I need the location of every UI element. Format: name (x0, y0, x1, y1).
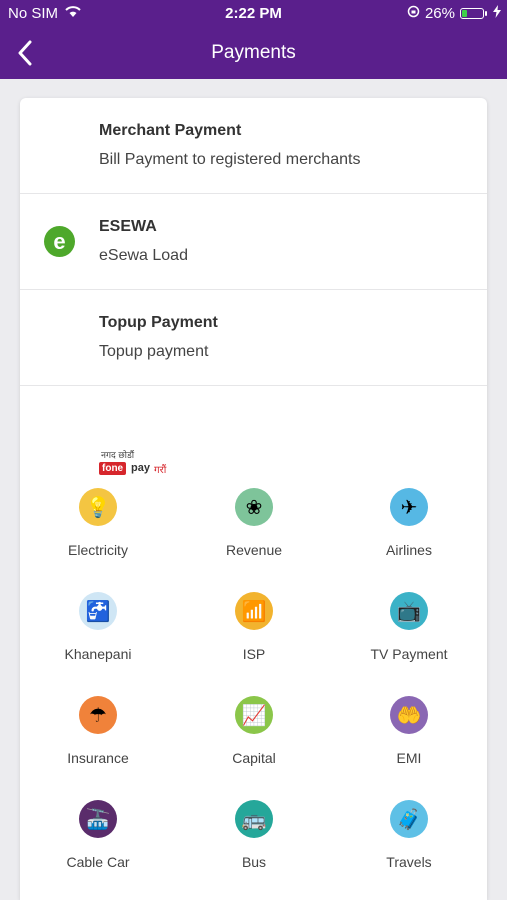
emblem-icon: ❀ (235, 488, 273, 526)
bus-icon: 🚌 (235, 800, 273, 838)
umbrella-icon: ☂ (79, 696, 117, 734)
fonepay-logo: नगद छोडौं fone pay गरौं (99, 446, 179, 480)
service-bus[interactable]: 🚌 Bus (179, 800, 329, 870)
service-label: TV Payment (370, 646, 448, 662)
page-title: Payments (211, 42, 296, 63)
service-isp[interactable]: 📶 ISP (179, 592, 329, 662)
service-travels[interactable]: 🧳 Travels (334, 800, 484, 870)
service-label: Airlines (386, 542, 432, 558)
divider (20, 385, 487, 386)
esewa-logo-icon: e (44, 226, 75, 257)
service-label: ISP (242, 646, 266, 662)
topup-payment-row[interactable]: Topup Payment Topup payment (20, 290, 487, 386)
service-airlines[interactable]: ✈ Airlines (334, 488, 484, 558)
fonepay-tagline: नगद छोडौं (101, 450, 135, 460)
service-electricity[interactable]: 💡 Electricity (23, 488, 173, 558)
esewa-row[interactable]: e ESEWA eSewa Load (20, 194, 487, 290)
payments-card: Merchant Payment Bill Payment to registe… (20, 98, 487, 900)
battery-fill (462, 10, 467, 17)
row-title: Topup Payment (99, 314, 218, 331)
row-subtitle: Topup payment (99, 343, 209, 360)
navigation-bar: Payments (0, 28, 507, 79)
orientation-lock-icon (407, 5, 420, 22)
service-insurance[interactable]: ☂ Insurance (23, 696, 173, 766)
service-label: Insurance (67, 750, 129, 766)
hand-coin-icon: 🤲 (390, 696, 428, 734)
service-label: EMI (396, 750, 422, 766)
merchant-payment-row[interactable]: Merchant Payment Bill Payment to registe… (20, 98, 487, 194)
fonepay-pay: pay (131, 462, 150, 474)
tv-icon: 📺 (390, 592, 428, 630)
router-icon: 📶 (235, 592, 273, 630)
service-cable-car[interactable]: 🚠 Cable Car (23, 800, 173, 870)
row-subtitle: Bill Payment to registered merchants (99, 151, 361, 168)
fonepay-brand: fone (99, 462, 127, 475)
service-khanepani[interactable]: 🚰 Khanepani (23, 592, 173, 662)
cable-car-icon: 🚠 (79, 800, 117, 838)
service-label: Khanepani (64, 646, 132, 662)
service-label: Cable Car (66, 854, 130, 870)
service-capital[interactable]: 📈 Capital (179, 696, 329, 766)
service-emi[interactable]: 🤲 EMI (334, 696, 484, 766)
chart-icon: 📈 (235, 696, 273, 734)
battery-percent: 26% (424, 5, 455, 22)
service-label: Revenue (225, 542, 283, 558)
battery-icon (460, 8, 487, 19)
tap-icon: 🚰 (79, 592, 117, 630)
suitcase-icon: 🧳 (390, 800, 428, 838)
fonepay-garo: गरौं (154, 465, 167, 476)
row-title: Merchant Payment (99, 122, 242, 139)
airplane-icon: ✈ (390, 488, 428, 526)
charging-bolt-icon (493, 5, 501, 22)
service-tv-payment[interactable]: 📺 TV Payment (334, 592, 484, 662)
service-label: Capital (232, 750, 276, 766)
row-subtitle: eSewa Load (99, 247, 188, 264)
service-label: Electricity (68, 542, 128, 558)
service-label: Travels (386, 854, 432, 870)
battery-group: 26% (407, 5, 501, 22)
service-revenue[interactable]: ❀ Revenue (179, 488, 329, 558)
service-label: Bus (241, 854, 267, 870)
bulb-icon: 💡 (79, 488, 117, 526)
status-bar: No SIM 2:22 PM 26% (0, 0, 507, 28)
row-title: ESEWA (99, 218, 157, 235)
